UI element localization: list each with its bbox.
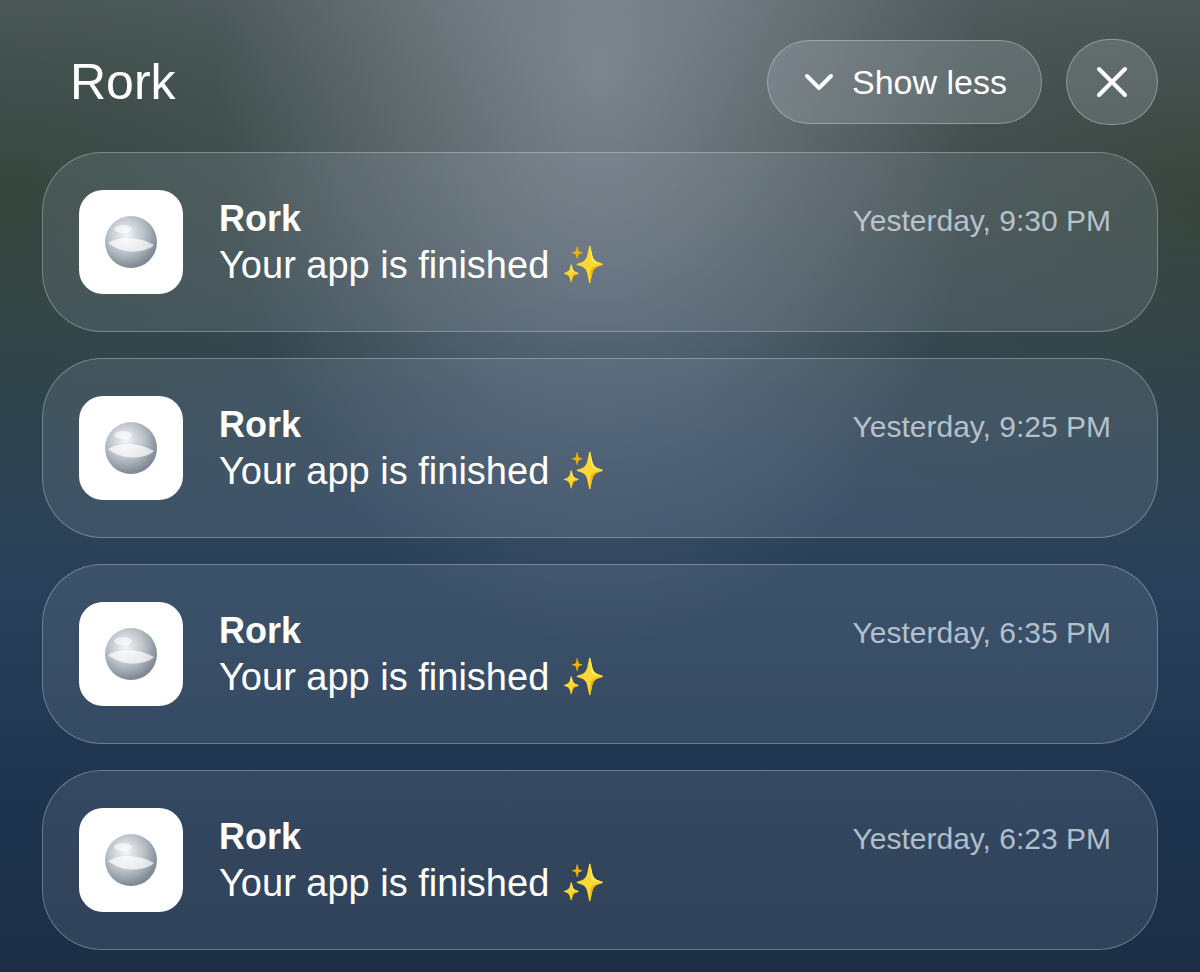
notification-card[interactable]: Rork Yesterday, 6:23 PM Your app is finish… [42, 770, 1158, 950]
notification-center: Rork Show less Rork Yesterday, 9:30 PM Your … [0, 0, 1200, 972]
notification-list: Rork Yesterday, 9:30 PM Your app is finish… [42, 152, 1158, 950]
group-header: Rork Show less [42, 38, 1158, 126]
notification-time: Yesterday, 6:23 PM [853, 822, 1112, 856]
chevron-down-icon [804, 72, 834, 92]
notification-time: Yesterday, 9:25 PM [853, 410, 1112, 444]
notification-message: Your app is finished ✨ [219, 656, 1111, 699]
notification-top-line: Rork Yesterday, 9:25 PM [219, 404, 1111, 446]
notification-card[interactable]: Rork Yesterday, 9:30 PM Your app is finish… [42, 152, 1158, 332]
app-icon [79, 602, 183, 706]
app-name: Rork [219, 198, 301, 240]
message-text: Your app is finished [219, 656, 549, 699]
notification-time: Yesterday, 6:35 PM [853, 616, 1112, 650]
show-less-button[interactable]: Show less [767, 40, 1042, 124]
notification-message: Your app is finished ✨ [219, 244, 1111, 287]
notification-body: Rork Yesterday, 9:30 PM Your app is finish… [219, 198, 1111, 287]
app-name: Rork [219, 404, 301, 446]
notification-top-line: Rork Yesterday, 6:35 PM [219, 610, 1111, 652]
rork-logo-icon [102, 625, 160, 683]
show-less-label: Show less [852, 63, 1007, 102]
notification-top-line: Rork Yesterday, 6:23 PM [219, 816, 1111, 858]
rork-logo-icon [102, 213, 160, 271]
notification-body: Rork Yesterday, 9:25 PM Your app is finish… [219, 404, 1111, 493]
app-icon [79, 808, 183, 912]
message-text: Your app is finished [219, 862, 549, 905]
sparkles-emoji: ✨ [561, 656, 606, 698]
app-name: Rork [219, 816, 301, 858]
group-controls: Show less [767, 39, 1158, 125]
notification-time: Yesterday, 9:30 PM [853, 204, 1112, 238]
close-button[interactable] [1066, 39, 1158, 125]
notification-message: Your app is finished ✨ [219, 450, 1111, 493]
notification-card[interactable]: Rork Yesterday, 6:35 PM Your app is finish… [42, 564, 1158, 744]
app-name: Rork [219, 610, 301, 652]
close-icon [1095, 65, 1129, 99]
notification-body: Rork Yesterday, 6:35 PM Your app is finish… [219, 610, 1111, 699]
message-text: Your app is finished [219, 450, 549, 493]
sparkles-emoji: ✨ [561, 244, 606, 286]
rork-logo-icon [102, 831, 160, 889]
notification-body: Rork Yesterday, 6:23 PM Your app is finish… [219, 816, 1111, 905]
rork-logo-icon [102, 419, 160, 477]
notification-message: Your app is finished ✨ [219, 862, 1111, 905]
app-icon [79, 396, 183, 500]
sparkles-emoji: ✨ [561, 862, 606, 904]
message-text: Your app is finished [219, 244, 549, 287]
notification-top-line: Rork Yesterday, 9:30 PM [219, 198, 1111, 240]
sparkles-emoji: ✨ [561, 450, 606, 492]
app-icon [79, 190, 183, 294]
group-title: Rork [70, 53, 176, 111]
notification-card[interactable]: Rork Yesterday, 9:25 PM Your app is finish… [42, 358, 1158, 538]
